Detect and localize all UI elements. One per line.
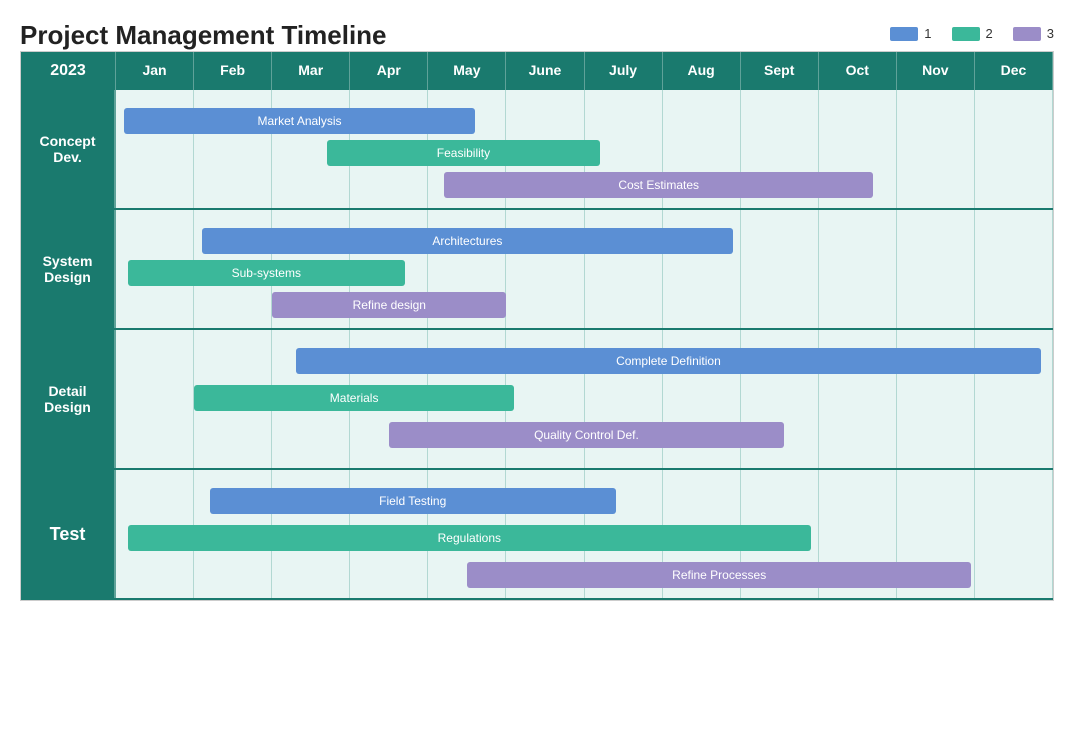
grid-cell xyxy=(585,210,663,328)
grid-cell xyxy=(272,330,350,468)
month-header: Jan xyxy=(116,52,194,90)
grid-cell xyxy=(194,210,272,328)
grid-cell xyxy=(585,330,663,468)
month-header: Nov xyxy=(897,52,975,90)
gantt-row: System DesignArchitecturesSub-systemsRef… xyxy=(21,210,1053,330)
grid-cell xyxy=(116,210,194,328)
month-header: May xyxy=(428,52,506,90)
grid-cell xyxy=(272,470,350,598)
grid-cell xyxy=(975,330,1053,468)
gantt-row: TestField TestingRegulationsRefine Proce… xyxy=(21,470,1053,600)
month-header: Oct xyxy=(819,52,897,90)
grid-cell xyxy=(350,470,428,598)
grid-cell xyxy=(272,90,350,208)
grid-cell xyxy=(663,330,741,468)
grid-cell xyxy=(975,210,1053,328)
page-header: Project Management Timeline 1 2 3 xyxy=(20,20,1054,51)
grid-cell xyxy=(975,470,1053,598)
legend: 1 2 3 xyxy=(890,26,1054,41)
month-header: Mar xyxy=(272,52,350,90)
grid-cell xyxy=(116,470,194,598)
legend-color xyxy=(1013,27,1041,41)
grid-cell xyxy=(350,90,428,208)
grid-cell xyxy=(350,330,428,468)
month-header: Aug xyxy=(663,52,741,90)
grid-cell xyxy=(663,470,741,598)
grid-cell xyxy=(585,470,663,598)
gantt-row: Detail DesignComplete DefinitionMaterial… xyxy=(21,330,1053,470)
legend-color xyxy=(890,27,918,41)
row-label: System Design xyxy=(21,210,116,328)
grid-cell xyxy=(116,90,194,208)
row-label: Test xyxy=(21,470,116,598)
legend-label: 2 xyxy=(986,26,993,41)
row-label: Concept Dev. xyxy=(21,90,116,208)
grid-cell xyxy=(819,90,897,208)
gantt-header: 2023 JanFebMarAprMayJuneJulyAugSeptOctNo… xyxy=(21,52,1053,90)
grid-cell xyxy=(428,210,506,328)
month-header: Feb xyxy=(194,52,272,90)
grid-cell xyxy=(897,210,975,328)
grid-cell xyxy=(741,90,819,208)
grid-cell xyxy=(428,90,506,208)
grid-cell xyxy=(506,330,584,468)
month-header: Dec xyxy=(975,52,1053,90)
grid-cell xyxy=(663,90,741,208)
grid-cell xyxy=(506,470,584,598)
gantt-chart: 2023 JanFebMarAprMayJuneJulyAugSeptOctNo… xyxy=(20,51,1054,601)
legend-item: 3 xyxy=(1013,26,1054,41)
grid-cell xyxy=(585,90,663,208)
grid-cell xyxy=(975,90,1053,208)
gantt-row: Concept Dev.Market AnalysisFeasibilityCo… xyxy=(21,90,1053,210)
month-header: Sept xyxy=(741,52,819,90)
grid-cell xyxy=(741,330,819,468)
grid-cell xyxy=(116,330,194,468)
month-header: Apr xyxy=(350,52,428,90)
grid-cell xyxy=(663,210,741,328)
legend-label: 3 xyxy=(1047,26,1054,41)
grid-cell xyxy=(272,210,350,328)
grid-cell xyxy=(741,470,819,598)
legend-label: 1 xyxy=(924,26,931,41)
legend-item: 1 xyxy=(890,26,931,41)
grid-cell xyxy=(194,470,272,598)
legend-color xyxy=(952,27,980,41)
grid-cell xyxy=(194,330,272,468)
grid-cell xyxy=(428,470,506,598)
grid-cell xyxy=(350,210,428,328)
grid-cell xyxy=(897,330,975,468)
grid-cell xyxy=(897,90,975,208)
gantt-body: Concept Dev.Market AnalysisFeasibilityCo… xyxy=(21,90,1053,600)
grid-cell xyxy=(428,330,506,468)
grid-cell xyxy=(819,330,897,468)
grid-cell xyxy=(741,210,819,328)
legend-item: 2 xyxy=(952,26,993,41)
grid-cell xyxy=(897,470,975,598)
row-label: Detail Design xyxy=(21,330,116,468)
month-header: June xyxy=(506,52,584,90)
grid-cell xyxy=(506,90,584,208)
grid-cell xyxy=(194,90,272,208)
grid-cell xyxy=(506,210,584,328)
page-title: Project Management Timeline xyxy=(20,20,387,50)
grid-cell xyxy=(819,470,897,598)
month-header: July xyxy=(585,52,663,90)
grid-cell xyxy=(819,210,897,328)
year-cell: 2023 xyxy=(21,52,116,90)
